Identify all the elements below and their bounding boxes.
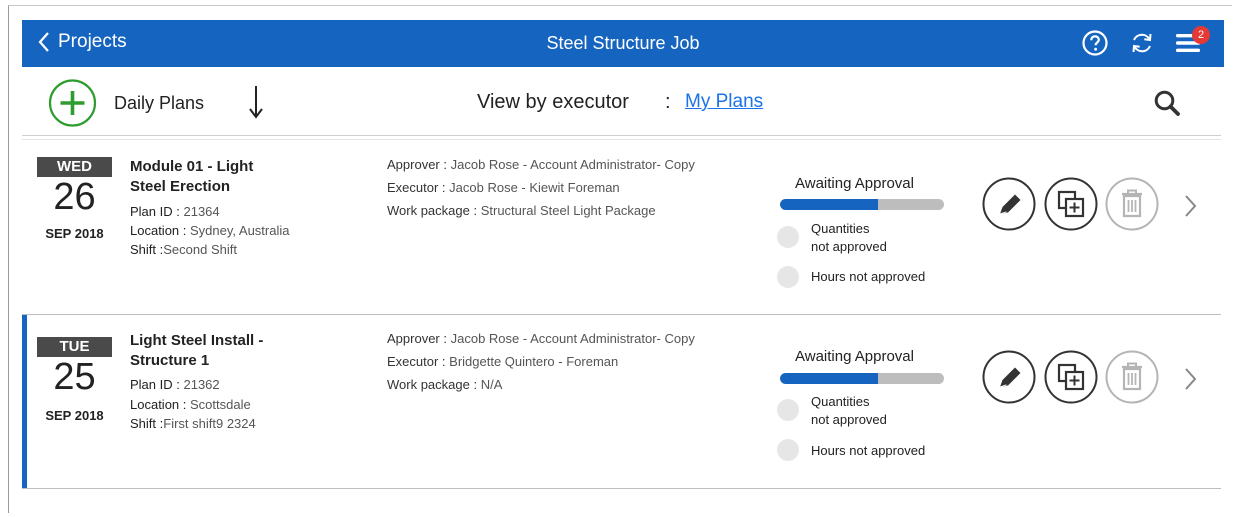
approval-status: Awaiting Approval: [795, 348, 914, 365]
plan-id-label: Plan ID :: [130, 204, 180, 219]
shift-line: Shift :First shift9 2324: [130, 416, 256, 431]
plan-row[interactable]: WED 26 SEP 2018 Module 01 - Light Steel …: [22, 142, 1221, 314]
executor-line: Executor : Jacob Rose - Kiewit Foreman: [387, 180, 620, 195]
location-line: Location : Sydney, Australia: [130, 223, 289, 238]
plan-day: TUE: [37, 337, 112, 357]
top-bar: Projects Steel Structure Job 2: [22, 20, 1224, 67]
approver-value: Jacob Rose - Account Administrator- Copy: [450, 157, 695, 172]
work-package-label: Work package :: [387, 203, 478, 218]
page-title: Steel Structure Job: [546, 33, 700, 53]
approver-line: Approver : Jacob Rose - Account Administ…: [387, 331, 695, 346]
quantities-status-text: Quantities not approved: [811, 393, 887, 429]
chevron-right-icon[interactable]: [1182, 192, 1198, 220]
executor-label: Executor :: [387, 354, 446, 369]
plan-divider: [22, 488, 1221, 489]
shift-label: Shift :: [130, 416, 164, 431]
quantities-line1: Quantities: [811, 221, 870, 236]
quantities-status-indicator: [777, 399, 799, 421]
view-by-my-plans-link[interactable]: My Plans: [685, 91, 763, 113]
toolbar: Daily Plans View by executor : My Plans: [22, 67, 1224, 137]
work-package-value: Structural Steel Light Package: [480, 203, 656, 218]
delete-trash-icon[interactable]: [1105, 177, 1159, 231]
plan-month-year: SEP 2018: [45, 226, 104, 241]
plan-date: 26: [53, 176, 96, 218]
edit-pencil-icon[interactable]: [982, 177, 1036, 231]
edit-pencil-icon[interactable]: [982, 350, 1036, 404]
search-icon[interactable]: [1153, 89, 1181, 117]
chevron-right-icon[interactable]: [1182, 365, 1198, 393]
approver-line: Approver : Jacob Rose - Account Administ…: [387, 157, 695, 172]
executor-value: Bridgette Quintero - Foreman: [449, 354, 619, 369]
copy-plan-icon[interactable]: [1044, 350, 1098, 404]
plan-row-selected[interactable]: TUE 25 SEP 2018 Light Steel Install - St…: [22, 315, 1221, 489]
daily-plans-label: Daily Plans: [114, 93, 205, 113]
plan-id-label: Plan ID :: [130, 377, 180, 392]
approval-progress-fill: [780, 199, 879, 210]
work-package-value: N/A: [480, 377, 503, 392]
executor-line: Executor : Bridgette Quintero - Foreman: [387, 354, 618, 369]
quantities-line1: Quantities: [811, 394, 870, 409]
quantities-status-indicator: [777, 226, 799, 248]
quantities-line2: not approved: [811, 412, 887, 427]
plan-id-value: 21364: [183, 204, 220, 219]
shift-value: Second Shift: [163, 242, 237, 257]
shift-line: Shift :Second Shift: [130, 242, 237, 257]
help-icon[interactable]: [1082, 30, 1108, 56]
work-package-label: Work package :: [387, 377, 478, 392]
shift-value: First shift9 2324: [163, 416, 256, 431]
notification-badge: 2: [1192, 26, 1210, 44]
shift-label: Shift :: [130, 242, 164, 257]
hours-status-indicator: [777, 266, 799, 288]
plan-name: Light Steel Install - Structure 1: [130, 332, 264, 369]
approval-progress-fill: [780, 373, 879, 384]
plan-day: WED: [37, 157, 112, 177]
work-package-line: Work package : N/A: [387, 377, 502, 392]
view-by-label: View by executor: [477, 91, 629, 113]
work-package-line: Work package : Structural Steel Light Pa…: [387, 203, 656, 218]
approval-progress-bar: [780, 199, 944, 210]
approval-progress-bar: [780, 373, 944, 384]
plan-id-value: 21362: [183, 377, 220, 392]
view-by-colon: :: [665, 91, 671, 113]
approver-value: Jacob Rose - Account Administrator- Copy: [450, 331, 695, 346]
location-value: Sydney, Australia: [190, 223, 290, 238]
quantities-line2: not approved: [811, 239, 887, 254]
approver-label: Approver :: [387, 157, 447, 172]
add-plan-icon[interactable]: [46, 79, 99, 127]
plan-id-line: Plan ID : 21364: [130, 204, 220, 219]
location-value: Scottsdale: [190, 397, 251, 412]
location-label: Location :: [130, 397, 187, 412]
approval-status: Awaiting Approval: [795, 175, 914, 192]
executor-value: Jacob Rose - Kiewit Foreman: [449, 180, 620, 195]
plan-id-line: Plan ID : 21362: [130, 377, 220, 392]
plan-date: 25: [53, 356, 96, 398]
toolbar-divider: [22, 135, 1221, 136]
delete-trash-icon[interactable]: [1105, 350, 1159, 404]
executor-label: Executor :: [387, 180, 446, 195]
location-line: Location : Scottsdale: [130, 397, 251, 412]
plan-month-year: SEP 2018: [45, 408, 104, 423]
plan-name: Module 01 - Light Steel Erection: [130, 158, 254, 195]
location-label: Location :: [130, 223, 187, 238]
approver-label: Approver :: [387, 331, 447, 346]
hours-status-text: Hours not approved: [811, 269, 926, 284]
hours-status-indicator: [777, 439, 799, 461]
refresh-icon[interactable]: [1129, 30, 1155, 56]
quantities-status-text: Quantities not approved: [811, 220, 887, 256]
copy-plan-icon[interactable]: [1044, 177, 1098, 231]
hours-status-text: Hours not approved: [811, 443, 926, 458]
sort-arrow-icon[interactable]: [247, 84, 265, 120]
toolbar-divider-secondary: [22, 139, 1221, 140]
